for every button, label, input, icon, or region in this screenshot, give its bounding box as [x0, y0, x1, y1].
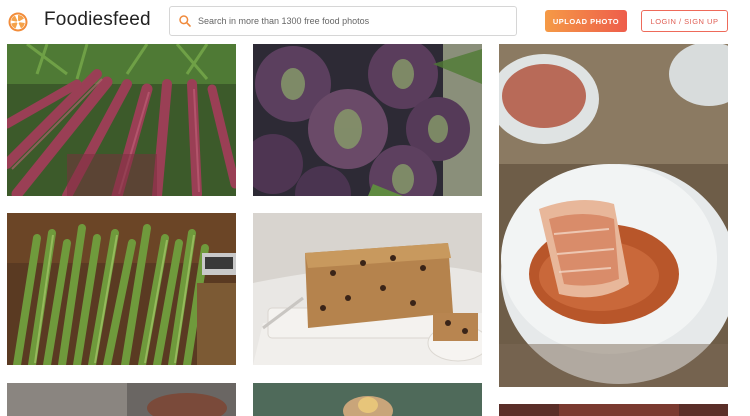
photo-partial-3[interactable]	[499, 404, 728, 416]
search-icon	[179, 15, 191, 27]
photo-partial-1[interactable]	[7, 383, 236, 416]
photo-artichokes[interactable]	[253, 44, 482, 196]
photo-kimchi-bowl[interactable]	[499, 44, 728, 387]
orange-citrus-slice-icon[interactable]	[8, 12, 28, 32]
site-logo-text[interactable]: Foodiesfeed	[44, 9, 151, 31]
search-box[interactable]	[169, 6, 517, 36]
search-input[interactable]	[196, 7, 512, 35]
photo-fruit-cake[interactable]	[253, 213, 482, 365]
photo-asparagus[interactable]	[7, 213, 236, 365]
photo-purple-carrots[interactable]	[7, 44, 236, 196]
login-signup-button[interactable]: LOGIN / SIGN UP	[641, 10, 728, 32]
site-header: Foodiesfeed UPLOAD PHOTO LOGIN / SIGN UP	[0, 0, 750, 42]
upload-photo-button[interactable]: UPLOAD PHOTO	[545, 10, 627, 32]
photo-partial-2[interactable]	[253, 383, 482, 416]
